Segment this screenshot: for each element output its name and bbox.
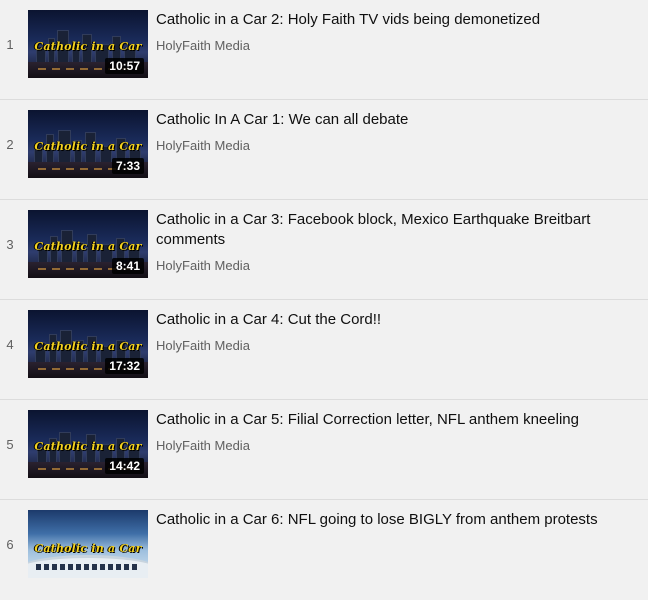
- video-duration: 14:42: [105, 458, 144, 474]
- channel-name[interactable]: HolyFaith Media: [156, 38, 636, 53]
- playlist-item[interactable]: 3 Catholic in a Car 8:41 Catholic in a C…: [0, 200, 648, 300]
- video-thumbnail[interactable]: Catholic in a Car: [28, 510, 148, 578]
- channel-name[interactable]: HolyFaith Media: [156, 338, 636, 353]
- video-meta: Catholic in a Car 2: Holy Faith TV vids …: [156, 10, 636, 53]
- video-title[interactable]: Catholic in a Car 2: Holy Faith TV vids …: [156, 10, 636, 30]
- item-index: 5: [6, 437, 14, 452]
- item-index: 4: [6, 337, 14, 352]
- playlist: 1 Catholic in a Car 10:57 Catholic in a …: [0, 0, 648, 600]
- video-thumbnail[interactable]: Catholic in a Car 10:57: [28, 10, 148, 78]
- video-meta: Catholic in a Car 4: Cut the Cord!! Holy…: [156, 310, 636, 353]
- video-thumbnail[interactable]: Catholic in a Car 14:42: [28, 410, 148, 478]
- video-duration: 8:41: [111, 258, 144, 274]
- item-index: 2: [6, 137, 14, 152]
- playlist-item[interactable]: 4 Catholic in a Car 17:32 Catholic in a …: [0, 300, 648, 400]
- thumbnail-title: Catholic in a Car: [34, 240, 142, 253]
- video-meta: Catholic in a Car 6: NFL going to lose B…: [156, 510, 636, 530]
- video-meta: Catholic in a Car 5: Filial Correction l…: [156, 410, 636, 453]
- playlist-item[interactable]: 1 Catholic in a Car 10:57 Catholic in a …: [0, 0, 648, 100]
- item-index: 3: [6, 237, 14, 252]
- video-duration: 7:33: [111, 158, 144, 174]
- video-meta: Catholic in a Car 3: Facebook block, Mex…: [156, 210, 636, 273]
- item-index: 6: [6, 537, 14, 552]
- video-duration: 17:32: [105, 358, 144, 374]
- video-title[interactable]: Catholic in a Car 6: NFL going to lose B…: [156, 510, 636, 530]
- channel-name[interactable]: HolyFaith Media: [156, 438, 636, 453]
- thumbnail-title: Catholic in a Car: [34, 140, 142, 153]
- thumbnail-title: Catholic in a Car: [34, 340, 142, 353]
- video-thumbnail[interactable]: Catholic in a Car 17:32: [28, 310, 148, 378]
- thumbnail-stadium: [28, 555, 148, 578]
- video-thumbnail[interactable]: Catholic in a Car 8:41: [28, 210, 148, 278]
- channel-name[interactable]: HolyFaith Media: [156, 258, 636, 273]
- item-index: 1: [6, 37, 14, 52]
- video-thumbnail[interactable]: Catholic in a Car 7:33: [28, 110, 148, 178]
- channel-name[interactable]: HolyFaith Media: [156, 138, 636, 153]
- video-title[interactable]: Catholic in a Car 5: Filial Correction l…: [156, 410, 636, 430]
- thumbnail-title: Catholic in a Car: [34, 40, 142, 53]
- video-meta: Catholic In A Car 1: We can all debate H…: [156, 110, 636, 153]
- playlist-item[interactable]: 6 Catholic in a Car Catholic in a Car 6:…: [0, 500, 648, 600]
- video-duration: 10:57: [105, 58, 144, 74]
- thumbnail-title: Catholic in a Car: [34, 440, 142, 453]
- video-title[interactable]: Catholic in a Car 3: Facebook block, Mex…: [156, 210, 636, 250]
- video-title[interactable]: Catholic in a Car 4: Cut the Cord!!: [156, 310, 636, 330]
- thumbnail-title: Catholic in a Car: [34, 542, 142, 555]
- playlist-item[interactable]: 2 Catholic in a Car 7:33 Catholic In A C…: [0, 100, 648, 200]
- video-title[interactable]: Catholic In A Car 1: We can all debate: [156, 110, 636, 130]
- playlist-item[interactable]: 5 Catholic in a Car 14:42 Catholic in a …: [0, 400, 648, 500]
